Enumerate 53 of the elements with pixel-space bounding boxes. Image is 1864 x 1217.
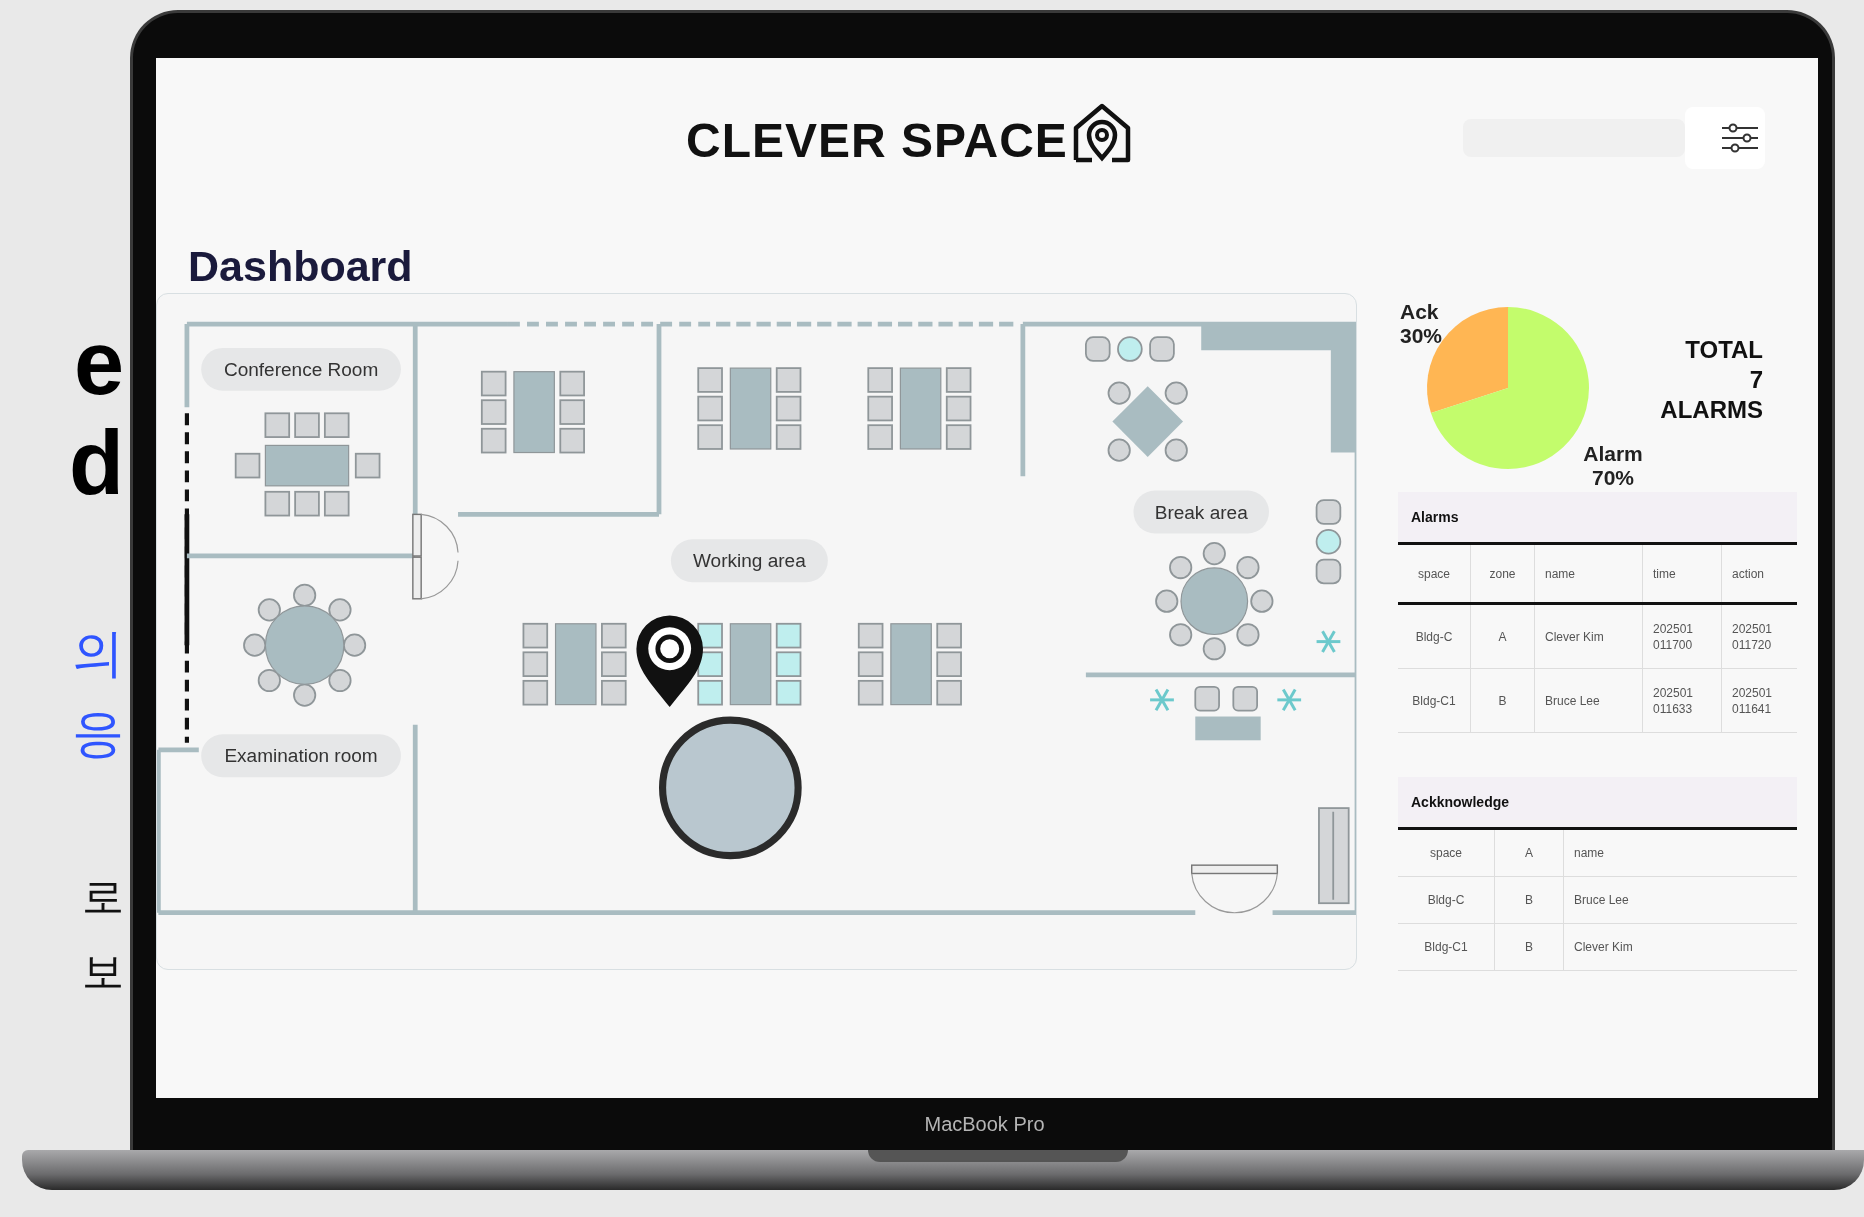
table-cell: Clever Kim (1534, 603, 1643, 669)
table-title: Alarms (1398, 492, 1797, 545)
table-cell: Bldg-C (1398, 876, 1495, 924)
heading-text: d (69, 413, 124, 513)
heading-text: e (73, 313, 124, 413)
sliders-icon (1721, 123, 1759, 153)
snowflake-icon (1316, 630, 1340, 653)
table-cell: 202501 011641 (1721, 668, 1797, 733)
column-header: space (1398, 830, 1495, 877)
table-cell: 202501 011720 (1721, 603, 1797, 669)
door-drawing (411, 513, 459, 557)
table-cell: B (1494, 876, 1564, 924)
column-header: zone (1470, 545, 1535, 604)
table-cell: Bldg-C (1398, 603, 1471, 669)
snowflake-icon (1149, 688, 1174, 711)
door-drawing (411, 555, 459, 599)
page-title: Dashboard (188, 241, 413, 291)
device-label: MacBook Pro (924, 1112, 1045, 1136)
table-cell: B (1494, 923, 1564, 971)
filter-button[interactable] (1685, 107, 1765, 169)
column-header: name (1563, 830, 1797, 877)
link-text[interactable]: 응 (72, 693, 124, 773)
room-label: Conference Room (200, 347, 401, 391)
chart-label: Alarm 70% (1583, 442, 1643, 489)
table-cell: Clever Kim (1563, 923, 1797, 971)
table-cell: Bldg-C1 (1398, 923, 1495, 971)
table-cell: Bruce Lee (1563, 876, 1797, 924)
total-text: 7 (1749, 365, 1763, 395)
lounge-set-drawing (1193, 685, 1261, 740)
room-label: Working area (670, 538, 828, 582)
column-header: action (1721, 545, 1797, 604)
table-title: Ackknowledge (1398, 777, 1797, 830)
column-header: space (1398, 545, 1471, 604)
table-cell: Bruce Lee (1534, 668, 1643, 733)
total-text: ALARMS (1660, 395, 1763, 425)
room-label: Examination room (200, 733, 401, 777)
link-text[interactable]: 의 (72, 613, 124, 693)
snowflake-icon (1276, 688, 1301, 711)
table-cell: B (1470, 668, 1535, 733)
column-header: name (1534, 545, 1643, 604)
column-header: time (1642, 545, 1722, 604)
map-pin-icon (635, 615, 703, 707)
body-text: 로 (82, 872, 124, 922)
chart-label: Ack 30% (1400, 300, 1443, 347)
table-cell: A (1470, 603, 1535, 669)
room-label: Break area (1132, 490, 1269, 533)
table-cell: Bldg-C1 (1398, 668, 1471, 733)
logo-text: CLEVER SPACE (686, 116, 1068, 166)
column-header: A (1494, 830, 1564, 877)
body-text: 보 (82, 947, 124, 997)
table-cell: 202501 011700 (1642, 603, 1722, 669)
table-cell: 202501 011633 (1642, 668, 1722, 733)
total-text: TOTAL (1685, 335, 1763, 365)
